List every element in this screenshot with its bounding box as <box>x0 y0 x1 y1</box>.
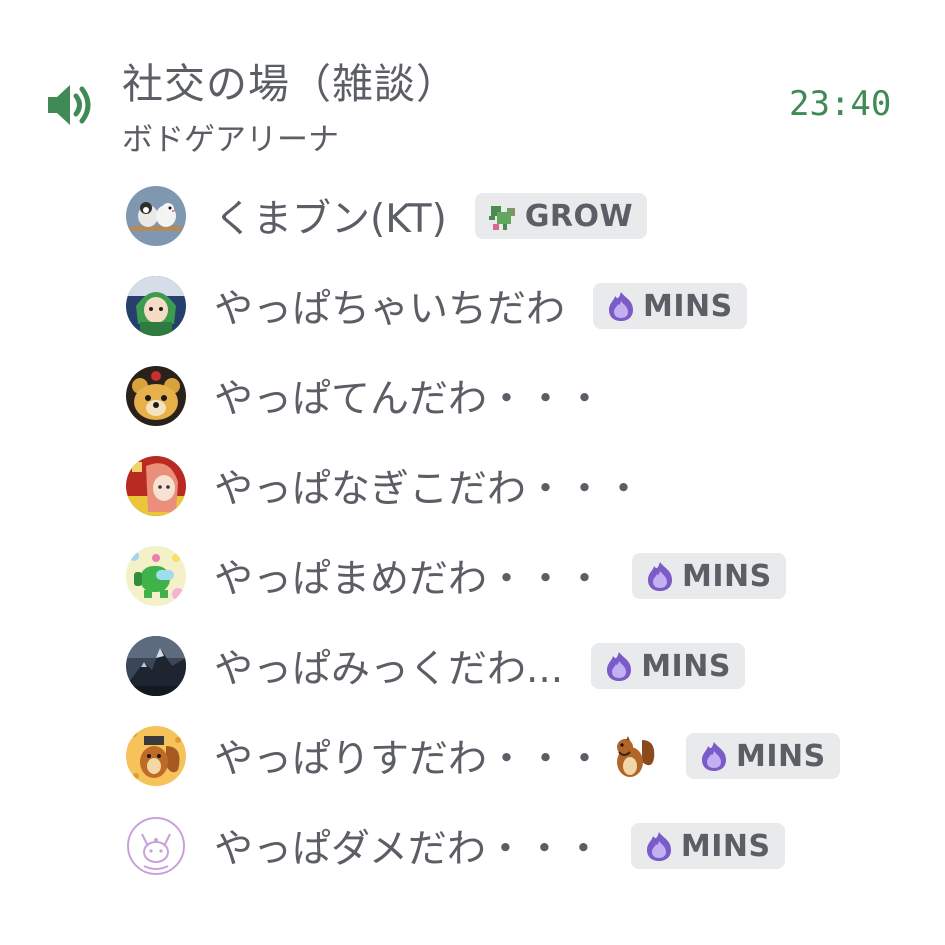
voice-member[interactable]: やっぱダメだわ・・・ MINS <box>126 814 785 878</box>
avatar[interactable] <box>126 366 186 426</box>
voice-member[interactable]: やっぱまめだわ・・・ MINS <box>126 544 786 608</box>
guild-tag-label: MINS <box>680 828 771 864</box>
purple-flame-icon <box>702 742 727 771</box>
purple-flame-icon <box>646 832 671 861</box>
purple-flame-icon <box>609 292 634 321</box>
guild-tag[interactable]: MINS <box>630 823 785 869</box>
voice-member[interactable]: やっぱなぎこだわ・・・ <box>126 454 643 518</box>
member-name: やっぱダメだわ・・・ <box>214 827 603 872</box>
guild-tag-label: GROW <box>524 198 634 234</box>
chipmunk-emoji <box>617 736 655 777</box>
guild-tag-label: MINS <box>682 558 772 594</box>
guild-tag-label: MINS <box>643 288 733 324</box>
avatar[interactable] <box>126 456 186 516</box>
voice-member[interactable]: やっぱみっくだわ... MINS <box>126 634 745 698</box>
guild-tag[interactable]: MINS <box>632 553 786 599</box>
member-name: やっぱなぎこだわ・・・ <box>214 467 644 512</box>
guild-tag-label: MINS <box>736 738 826 774</box>
guild-tag[interactable]: MINS <box>593 283 747 329</box>
speaker-icon <box>48 85 91 125</box>
voice-channel-header[interactable]: 社交の場（雑談） ボドゲアリーナ 23:40 <box>0 0 945 170</box>
member-name: やっぱみっくだわ... <box>214 647 564 692</box>
channel-subtitle: ボドゲアリーナ <box>122 122 339 158</box>
purple-flame-icon <box>648 562 673 591</box>
avatar[interactable] <box>126 276 186 336</box>
purple-flame-icon <box>607 652 632 681</box>
channel-name: 社交の場（雑談） <box>122 60 458 108</box>
avatar[interactable] <box>126 636 186 696</box>
member-name: くまブン(KT) <box>214 197 447 242</box>
member-name: やっぱりすだわ・・・ <box>214 737 605 782</box>
member-name: やっぱちゃいちだわ <box>214 287 566 332</box>
avatar[interactable] <box>126 816 186 876</box>
guild-tag[interactable]: MINS <box>591 643 745 689</box>
avatar[interactable] <box>126 726 186 786</box>
member-name: やっぱてんだわ・・・ <box>214 377 605 422</box>
member-name: やっぱまめだわ・・・ <box>214 557 605 602</box>
guild-tag[interactable]: MINS <box>686 733 840 779</box>
voice-member[interactable]: やっぱりすだわ・・・ MINS <box>126 724 840 788</box>
dragon-icon <box>488 206 515 230</box>
avatar[interactable] <box>126 546 186 606</box>
guild-tag[interactable]: GROW <box>474 193 648 239</box>
guild-tag-label: MINS <box>641 648 731 684</box>
avatar[interactable] <box>126 186 186 246</box>
voice-member[interactable]: くまブン(KT) GROW <box>126 184 648 248</box>
voice-timer: 23:40 <box>789 84 892 124</box>
voice-member[interactable]: やっぱてんだわ・・・ <box>126 364 604 428</box>
voice-member[interactable]: やっぱちゃいちだわ MINS <box>126 274 747 338</box>
